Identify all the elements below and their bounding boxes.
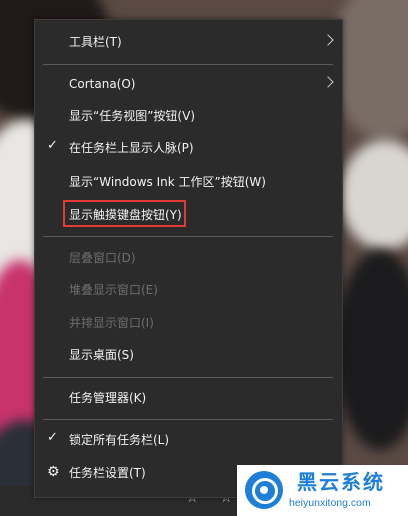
chevron-right-icon	[322, 76, 334, 88]
menu-item-side-by-side-windows: 并排显示窗口(I)	[35, 307, 342, 339]
watermark-title: 黑云系统	[297, 470, 385, 494]
menu-item-lock-taskbars[interactable]: ✓ 锁定所有任务栏(L)	[35, 424, 342, 456]
chevron-right-icon	[322, 34, 334, 46]
menu-item-label: 显示桌面(S)	[69, 348, 134, 362]
menu-item-label: 显示“Windows Ink 工作区”按钮(W)	[69, 175, 266, 189]
menu-item-stack-windows: 堆叠显示窗口(E)	[35, 274, 342, 306]
taskbar-context-menu: 工具栏(T) Cortana(O) 显示“任务视图”按钮(V) ✓ 在任务栏上显…	[34, 19, 343, 498]
menu-divider	[43, 419, 333, 420]
menu-item-label: 堆叠显示窗口(E)	[69, 283, 158, 297]
logo-icon	[245, 471, 283, 509]
checkmark-icon: ✓	[47, 430, 58, 445]
menu-item-label: 在任务栏上显示人脉(P)	[69, 141, 194, 155]
menu-item-label: Cortana(O)	[69, 77, 136, 91]
menu-item-label: 工具栏(T)	[69, 35, 122, 49]
menu-item-cascade-windows: 层叠窗口(D)	[35, 242, 342, 274]
menu-item-label: 并排显示窗口(I)	[69, 316, 154, 330]
menu-item-label: 层叠窗口(D)	[69, 251, 136, 265]
menu-divider	[43, 236, 333, 237]
menu-divider	[43, 64, 333, 65]
menu-item-task-manager[interactable]: 任务管理器(K)	[35, 382, 342, 414]
watermark-badge: 黑云系统 heiyunxitong.com	[237, 465, 408, 516]
gear-icon: ⚙	[47, 464, 60, 480]
menu-item-label: 任务管理器(K)	[69, 391, 147, 405]
watermark-url: heiyunxitong.com	[289, 497, 371, 509]
highlight-box	[63, 200, 186, 227]
menu-item-label: 任务栏设置(T)	[69, 466, 146, 480]
checkmark-icon: ✓	[47, 138, 58, 153]
menu-item-show-desktop[interactable]: 显示桌面(S)	[35, 339, 342, 371]
menu-item-show-people[interactable]: ✓ 在任务栏上显示人脉(P)	[35, 132, 342, 164]
menu-item-cortana[interactable]: Cortana(O)	[35, 68, 342, 100]
menu-divider	[43, 377, 333, 378]
menu-item-show-task-view-button[interactable]: 显示“任务视图”按钮(V)	[35, 100, 342, 132]
menu-item-label: 显示“任务视图”按钮(V)	[69, 109, 196, 123]
menu-item-show-windows-ink-button[interactable]: 显示“Windows Ink 工作区”按钮(W)	[35, 166, 342, 198]
menu-item-toolbars[interactable]: 工具栏(T)	[35, 26, 342, 58]
menu-item-label: 锁定所有任务栏(L)	[69, 433, 170, 447]
